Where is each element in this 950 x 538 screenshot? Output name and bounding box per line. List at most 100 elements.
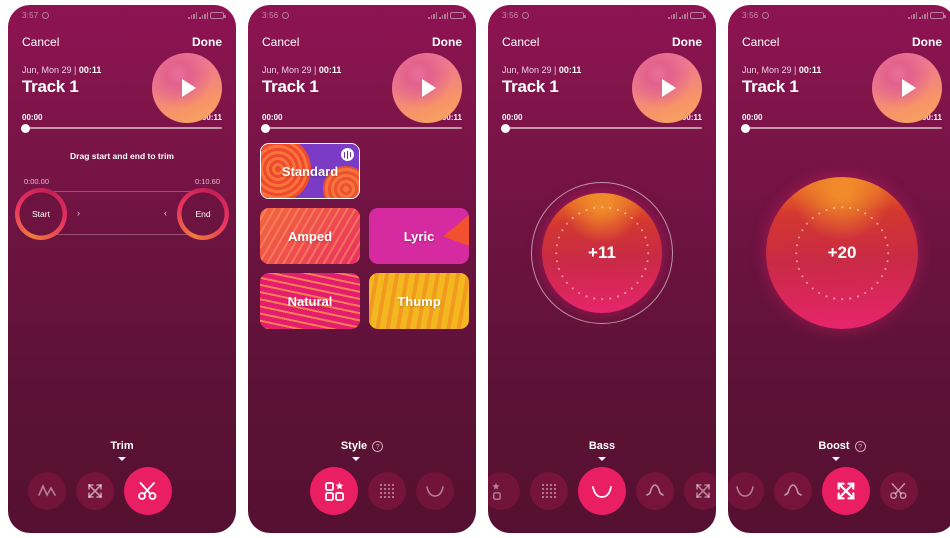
tool-icon-bar: [488, 467, 716, 515]
tool-boost-button[interactable]: [684, 472, 716, 510]
track-header: Jun, Mon 29 | 00:11 Track 1: [488, 49, 716, 123]
tool-treble-button[interactable]: [636, 472, 674, 510]
help-icon[interactable]: ?: [372, 440, 384, 452]
track-date: Jun, Mon 29 |: [22, 65, 79, 75]
cancel-button[interactable]: Cancel: [262, 35, 299, 49]
trim-control: 0:00.00 0:10.60 Start › ‹ End: [15, 177, 229, 240]
done-button[interactable]: Done: [192, 35, 222, 49]
style-card-label: Amped: [287, 228, 333, 244]
trim-start-handle[interactable]: Start: [15, 188, 67, 240]
scrubber-thumb[interactable]: [501, 123, 510, 133]
tool-trim-button[interactable]: [124, 467, 172, 515]
caret-down-icon: [598, 457, 606, 461]
trim-start-label: Start: [32, 209, 50, 219]
boost-dial-area: +20: [728, 163, 950, 343]
scrubber-thumb[interactable]: [21, 123, 30, 133]
play-button[interactable]: [152, 53, 222, 123]
play-button[interactable]: [872, 53, 942, 123]
tool-icon-bar: [248, 467, 476, 515]
signal-icon: [668, 11, 677, 19]
tool-boost-button[interactable]: [822, 467, 870, 515]
style-card-standard[interactable]: Standard: [260, 143, 360, 199]
status-time: 3:56: [502, 10, 519, 20]
style-card-natural[interactable]: Natural: [260, 273, 360, 329]
scrubber-start-time: 00:00: [22, 113, 43, 122]
tool-wave-button[interactable]: [28, 472, 66, 510]
status-bar: 3:56: [728, 5, 950, 25]
status-bar: 3:57: [8, 5, 236, 25]
trim-end-handle[interactable]: End: [177, 188, 229, 240]
tool-boost-button[interactable]: [76, 472, 114, 510]
boost-value: +20: [827, 243, 857, 262]
alarm-icon: [522, 11, 530, 19]
scrubber-track[interactable]: [741, 123, 942, 133]
mode-label: Bass: [588, 440, 616, 452]
status-time: 3:56: [742, 10, 759, 20]
style-card-row: Amped Lyric: [260, 208, 476, 264]
equalizer-badge-icon: [341, 148, 354, 161]
phone-screen-boost: 3:56 Cancel Done Jun, Mon 29 | 00:11 Tra…: [728, 5, 950, 533]
scrubber-track[interactable]: [21, 123, 222, 133]
wifi-icon: [199, 11, 208, 19]
tool-bass-button[interactable]: [578, 467, 626, 515]
top-bar: Cancel Done: [248, 25, 476, 49]
caret-down-icon: [832, 457, 840, 461]
tool-bass-button[interactable]: [728, 472, 764, 510]
tool-texture-button[interactable]: [530, 472, 568, 510]
play-button[interactable]: [632, 53, 702, 123]
done-button[interactable]: Done: [432, 35, 462, 49]
battery-icon: [930, 11, 946, 19]
style-card-lyric[interactable]: Lyric: [369, 208, 469, 264]
track-date: Jun, Mon 29 |: [742, 65, 799, 75]
mode-label: Trim: [110, 440, 134, 452]
done-button[interactable]: Done: [672, 35, 702, 49]
tool-texture-button[interactable]: [368, 472, 406, 510]
style-card-label: Natural: [287, 293, 333, 309]
trim-rail[interactable]: Start › ‹ End: [15, 188, 229, 240]
scrubber-start-time: 00:00: [502, 113, 523, 122]
mode-label: Boost: [818, 440, 850, 452]
bass-dial[interactable]: +11: [542, 193, 662, 313]
chevron-right-icon: ›: [77, 208, 80, 218]
tool-style-button[interactable]: [310, 467, 358, 515]
scrubber-track[interactable]: [501, 123, 702, 133]
style-card-row: Standard: [260, 143, 476, 199]
caret-down-icon: [352, 457, 360, 461]
track-duration: 00:11: [318, 65, 342, 75]
status-time: 3:57: [22, 10, 39, 20]
cancel-button[interactable]: Cancel: [742, 35, 779, 49]
mode-label: Style: [340, 440, 368, 452]
top-bar: Cancel Done: [8, 25, 236, 49]
track-duration: 00:11: [798, 65, 822, 75]
track-header: Jun, Mon 29 | 00:11 Track 1: [248, 49, 476, 123]
style-card-label: Standard: [281, 163, 339, 179]
cancel-button[interactable]: Cancel: [502, 35, 539, 49]
style-card-thump[interactable]: Thump: [369, 273, 469, 329]
tool-treble-button[interactable]: [774, 472, 812, 510]
cancel-button[interactable]: Cancel: [22, 35, 59, 49]
bottom-bar: Bass: [488, 437, 716, 533]
scrubber-thumb[interactable]: [741, 123, 750, 133]
track-header: Jun, Mon 29 | 00:11 Track 1: [728, 49, 950, 123]
scrubber-track[interactable]: [261, 123, 462, 133]
tool-trim-button[interactable]: [880, 472, 918, 510]
battery-icon: [210, 11, 226, 19]
alarm-icon: [762, 11, 770, 19]
trim-start-time: 0:00.00: [24, 177, 50, 186]
caret-down-icon: [118, 457, 126, 461]
alarm-icon: [42, 11, 50, 19]
style-card-list[interactable]: Standard Amped Lyric Natural Thump: [248, 143, 476, 329]
done-button[interactable]: Done: [912, 35, 942, 49]
screenshot-strip: 3:57 Cancel Done Jun, Mon 29 | 00:11 Tra…: [0, 0, 950, 538]
tool-style-button[interactable]: [488, 472, 520, 510]
style-card-label: Thump: [397, 293, 441, 309]
trim-end-label: End: [195, 209, 211, 219]
play-button[interactable]: [392, 53, 462, 123]
tool-icon-bar: [8, 467, 236, 515]
boost-dial[interactable]: +20: [766, 177, 918, 329]
tool-bass-button[interactable]: [416, 472, 454, 510]
track-date: Jun, Mon 29 |: [502, 65, 559, 75]
style-card-amped[interactable]: Amped: [260, 208, 360, 264]
help-icon[interactable]: ?: [854, 440, 866, 452]
scrubber-thumb[interactable]: [261, 123, 270, 133]
